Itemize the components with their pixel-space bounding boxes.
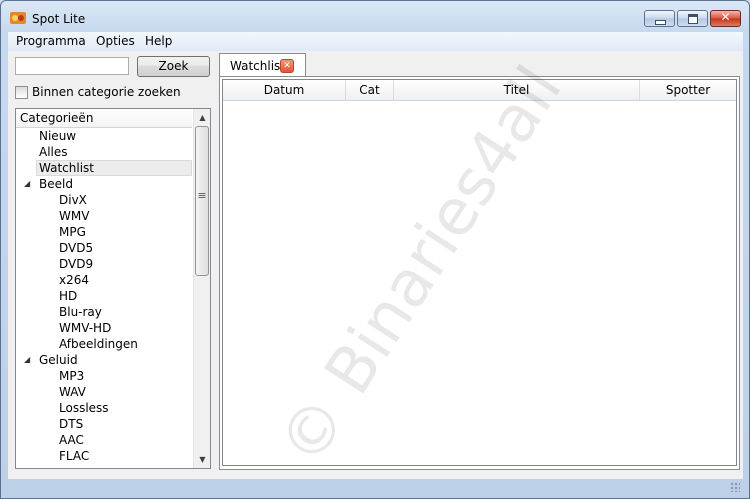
- tree-item[interactable]: WMV-HD: [16, 320, 192, 336]
- tree-item-label: MP3: [59, 369, 85, 383]
- tree-item-label: DTS: [59, 417, 84, 431]
- tree-item[interactable]: Lossless: [16, 400, 192, 416]
- tree-item[interactable]: HD: [16, 288, 192, 304]
- app-window: Spot Lite Programma Opties Help Zoek Bin…: [0, 0, 750, 499]
- menu-bar: Programma Opties Help: [8, 32, 743, 51]
- tree-item[interactable]: AAC: [16, 432, 192, 448]
- menu-programma[interactable]: Programma: [16, 34, 86, 48]
- tree-item-label: Beeld: [39, 177, 73, 191]
- close-icon[interactable]: ✕: [280, 59, 294, 73]
- tree-item[interactable]: Afbeeldingen: [16, 336, 192, 352]
- column-spotter[interactable]: Spotter: [640, 80, 736, 100]
- resize-grip-icon[interactable]: [730, 482, 740, 492]
- tree-item-label: DVD9: [59, 257, 94, 271]
- scroll-up-icon[interactable]: ▲: [194, 109, 210, 126]
- tree-item[interactable]: MP3: [16, 368, 192, 384]
- search-input[interactable]: [15, 57, 129, 75]
- tree-item-label: WMV-HD: [59, 321, 112, 335]
- tree-item[interactable]: ◢ Beeld: [16, 176, 192, 192]
- tree-item[interactable]: Blu-ray: [16, 304, 192, 320]
- maximize-button[interactable]: [677, 10, 708, 27]
- results-grid[interactable]: Datum Cat Titel Spotter: [222, 79, 737, 466]
- tab-label: Watchlist: [230, 59, 285, 73]
- scroll-thumb[interactable]: [195, 126, 209, 276]
- tree-item-label: DVD5: [59, 241, 94, 255]
- menu-help[interactable]: Help: [145, 34, 172, 48]
- tree-item-label: Geluid: [39, 353, 78, 367]
- tree-item-label: AAC: [59, 433, 84, 447]
- app-icon: [10, 12, 26, 24]
- tree-item-label: WMV: [59, 209, 90, 223]
- tab-panel: Datum Cat Titel Spotter: [219, 76, 740, 470]
- window-title: Spot Lite: [32, 12, 86, 26]
- tree-item[interactable]: MPG: [16, 224, 192, 240]
- tree-item-label: x264: [59, 273, 90, 287]
- search-button[interactable]: Zoek: [137, 56, 210, 77]
- tree-item-label: Alles: [39, 145, 68, 159]
- tree-item[interactable]: DTS: [16, 416, 192, 432]
- menu-opties[interactable]: Opties: [96, 34, 135, 48]
- grid-header: Datum Cat Titel Spotter: [223, 80, 736, 101]
- search-in-category-label: Binnen categorie zoeken: [32, 85, 181, 99]
- tree-item-label: WAV: [59, 385, 86, 399]
- tree-header-label: Categorieën: [20, 111, 94, 125]
- triangle-down-icon[interactable]: ◢: [24, 352, 30, 368]
- close-window-button[interactable]: [710, 10, 741, 27]
- column-titel[interactable]: Titel: [394, 80, 640, 100]
- tree-item-label: Blu-ray: [59, 305, 102, 319]
- tree-scrollbar[interactable]: ▲ ▼: [193, 109, 210, 468]
- tree-item[interactable]: DVD9: [16, 256, 192, 272]
- tree-item-label: Nieuw: [39, 129, 77, 143]
- title-bar[interactable]: Spot Lite: [1, 1, 749, 31]
- status-bar: [8, 480, 743, 494]
- tree-item[interactable]: DivX: [16, 192, 192, 208]
- tree-item-label: Lossless: [59, 401, 109, 415]
- tree-item-label: MPG: [59, 225, 86, 239]
- tree-item[interactable]: FLAC: [16, 448, 192, 464]
- tree-list: Nieuw Alles Watchlist ◢ Beeld DivX WMV MPG DVD5 D…: [16, 128, 192, 464]
- column-cat[interactable]: Cat: [346, 80, 394, 100]
- tree-item-label: FLAC: [59, 449, 90, 463]
- tree-item[interactable]: ◢ Geluid: [16, 352, 192, 368]
- tree-item-label: Watchlist: [36, 160, 192, 176]
- tree-item-label: DivX: [59, 193, 87, 207]
- tree-item[interactable]: Alles: [16, 144, 192, 160]
- tree-item-label: Afbeeldingen: [59, 337, 138, 351]
- tree-item-label: HD: [59, 289, 78, 303]
- column-datum[interactable]: Datum: [223, 80, 346, 100]
- triangle-down-icon[interactable]: ◢: [24, 176, 30, 192]
- tree-item[interactable]: DVD5: [16, 240, 192, 256]
- category-tree[interactable]: Categorieën Nieuw Alles Watchlist ◢ Beeld Div…: [15, 108, 211, 469]
- main-area: Zoek Binnen categorie zoeken Categorieën…: [8, 51, 743, 479]
- tree-item[interactable]: Nieuw: [16, 128, 192, 144]
- tree-header: Categorieën: [16, 109, 192, 128]
- tree-item[interactable]: WMV: [16, 208, 192, 224]
- tree-item[interactable]: x264: [16, 272, 192, 288]
- tab-watchlist[interactable]: Watchlist ✕: [219, 53, 306, 77]
- minimize-button[interactable]: [644, 10, 675, 27]
- scroll-down-icon[interactable]: ▼: [194, 451, 210, 468]
- search-in-category-checkbox[interactable]: [15, 86, 28, 99]
- tree-item[interactable]: Watchlist: [16, 160, 192, 176]
- tree-item[interactable]: WAV: [16, 384, 192, 400]
